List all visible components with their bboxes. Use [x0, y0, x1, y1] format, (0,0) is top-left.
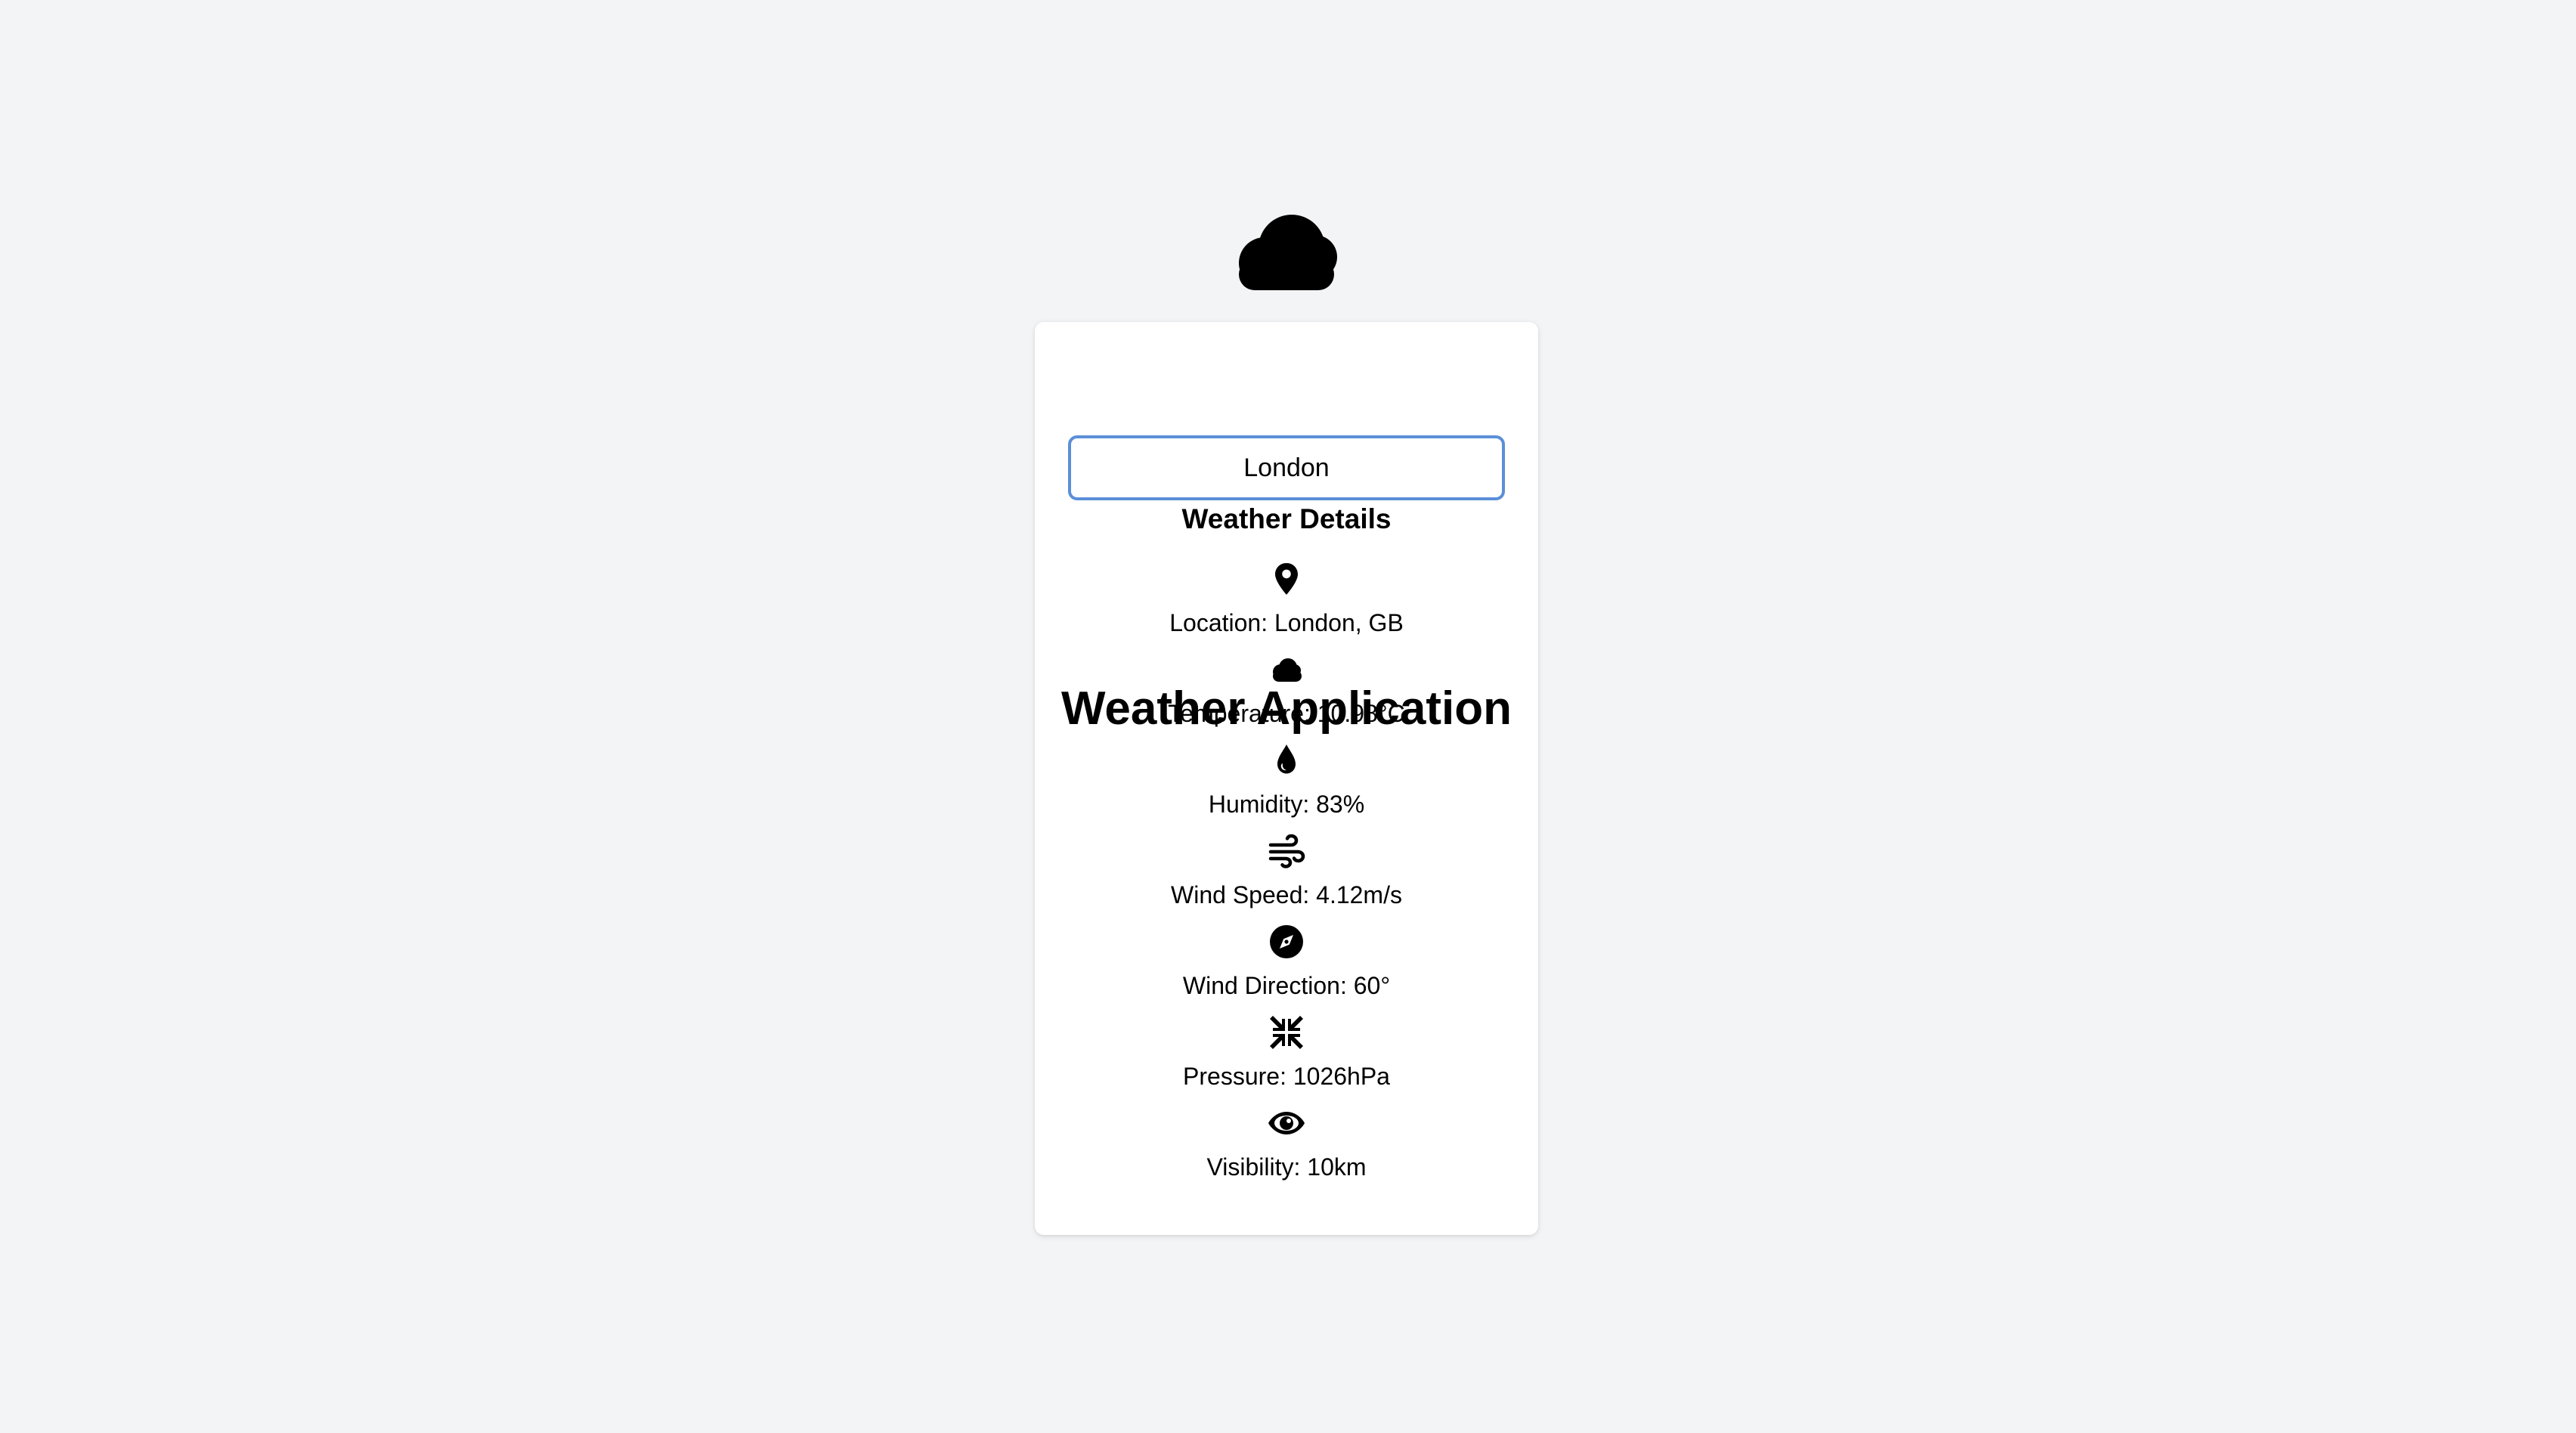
detail-temperature-text: Temperature: 10.98°C — [1168, 700, 1405, 727]
city-search-input[interactable] — [1068, 435, 1505, 500]
detail-visibility: Visibility: 10km — [1035, 1103, 1538, 1194]
weather-details-list: Location: London, GB Temperature: 10.98°… — [1035, 559, 1538, 1194]
detail-humidity-text: Humidity: 83% — [1208, 791, 1365, 818]
weather-details-title: Weather Details — [1181, 503, 1392, 534]
cloud-icon — [1267, 650, 1306, 689]
location-pin-icon — [1267, 559, 1306, 599]
wind-icon — [1267, 831, 1306, 871]
compass-icon — [1267, 922, 1306, 961]
detail-wind-speed-text: Wind Speed: 4.12m/s — [1171, 881, 1402, 908]
eye-icon — [1267, 1103, 1306, 1143]
detail-location-text: Location: London, GB — [1169, 609, 1404, 636]
compress-arrows-icon — [1267, 1013, 1306, 1052]
detail-location: Location: London, GB — [1035, 559, 1538, 650]
detail-temperature: Temperature: 10.98°C — [1035, 650, 1538, 741]
detail-humidity: Humidity: 83% — [1035, 741, 1538, 831]
detail-wind-speed: Wind Speed: 4.12m/s — [1035, 831, 1538, 922]
detail-visibility-text: Visibility: 10km — [1206, 1153, 1367, 1181]
weather-cloud-icon — [1222, 204, 1351, 295]
detail-wind-direction: Wind Direction: 60° — [1035, 922, 1538, 1013]
detail-wind-direction-text: Wind Direction: 60° — [1182, 972, 1391, 999]
water-drop-icon — [1267, 741, 1306, 780]
detail-pressure: Pressure: 1026hPa — [1035, 1013, 1538, 1103]
detail-pressure-text: Pressure: 1026hPa — [1183, 1063, 1390, 1090]
